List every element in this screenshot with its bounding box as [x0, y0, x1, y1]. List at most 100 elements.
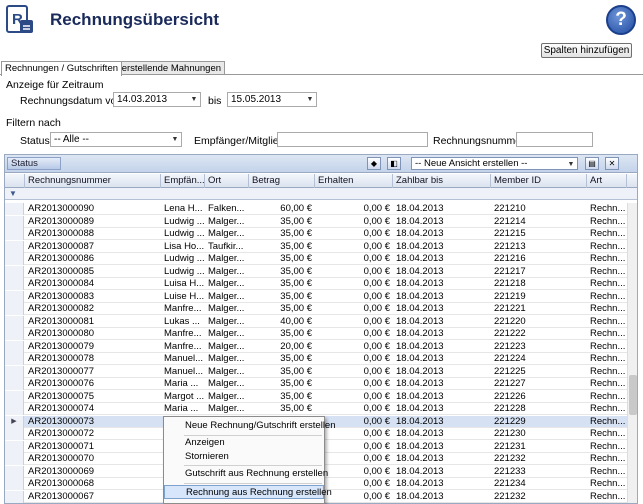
cell-art: Rechn... — [590, 428, 626, 439]
scrollbar-thumb[interactable] — [629, 375, 637, 415]
tab-rechnungen[interactable]: Rechnungen / Gutschriften — [1, 61, 123, 76]
row-header[interactable] — [5, 478, 24, 490]
row-header[interactable] — [5, 315, 24, 328]
cell-rechnungsnummer: AR2013000079 — [28, 340, 95, 352]
row-header[interactable] — [5, 378, 24, 390]
cell-member-id: 221217 — [494, 265, 526, 277]
col-zahlbar-bis[interactable]: Zahlbar bis — [393, 174, 491, 188]
table-row[interactable]: AR2013000087 Lisa Ho... Taufkir... 35,00 € 0… — [5, 240, 627, 253]
tab-mahnungen[interactable]: Zu erstellende Mahnungen — [104, 61, 226, 75]
cell-member-id: 221216 — [494, 253, 526, 264]
cell-betrag: 35,00 € — [280, 290, 312, 302]
table-row[interactable]: AR2013000077 Manuel... Malger... 35,00 € 0,0… — [5, 365, 627, 378]
row-header[interactable] — [5, 453, 24, 465]
row-header[interactable] — [5, 240, 24, 253]
table-row[interactable]: AR2013000086 Ludwig ... Malger... 35,00 € 0,… — [5, 253, 627, 265]
row-header[interactable] — [5, 428, 24, 440]
status-group-button[interactable]: Status — [7, 157, 61, 170]
empfaenger-input[interactable] — [277, 132, 428, 147]
col-erhalten[interactable]: Erhalten — [315, 174, 393, 188]
save-view-icon[interactable]: ▤ — [585, 157, 599, 170]
row-header[interactable] — [5, 465, 24, 478]
view-icon[interactable]: ◧ — [387, 157, 401, 170]
vertical-scrollbar[interactable] — [627, 203, 637, 503]
cell-member-id: 221227 — [494, 378, 526, 389]
cell-zahlbar-bis: 18.04.2013 — [396, 378, 444, 389]
cell-rechnungsnummer: AR2013000082 — [28, 303, 95, 314]
row-header[interactable] — [5, 253, 24, 265]
row-header[interactable] — [5, 290, 24, 303]
cell-zahlbar-bis: 18.04.2013 — [396, 265, 444, 277]
row-header[interactable] — [5, 228, 24, 240]
funnel-icon[interactable]: ▼ — [9, 189, 17, 198]
row-header[interactable] — [5, 490, 24, 503]
row-header[interactable] — [5, 215, 24, 228]
row-header[interactable] — [5, 265, 24, 278]
date-to-input[interactable]: 15.05.2013 ▼ — [227, 92, 317, 107]
col-betrag[interactable]: Betrag — [249, 174, 315, 188]
eraser-icon[interactable]: ◆ — [367, 157, 381, 170]
row-pointer-icon[interactable]: ▶ — [5, 415, 24, 428]
view-select[interactable]: -- Neue Ansicht erstellen -- ▼ — [411, 157, 578, 170]
row-header[interactable] — [5, 390, 24, 403]
table-row[interactable]: AR2013000082 Manfre... Malger... 35,00 € 0,0… — [5, 303, 627, 315]
table-row[interactable]: AR2013000083 Luise H... Malger... 35,00 € 0,… — [5, 290, 627, 303]
col-ort[interactable]: Ort — [205, 174, 249, 188]
date-from-input[interactable]: 14.03.2013 ▼ — [113, 92, 201, 107]
cell-erhalten: 0,00 € — [363, 353, 390, 364]
table-row[interactable]: AR2013000078 Manuel... Malger... 35,00 € 0,0… — [5, 353, 627, 365]
delete-view-icon[interactable]: ✕ — [605, 157, 619, 170]
cell-ort: Malger... — [208, 303, 245, 314]
tab-bar: Rechnungen / Gutschriften Zu erstellende… — [0, 61, 643, 76]
row-header[interactable] — [5, 353, 24, 365]
row-header[interactable] — [5, 440, 24, 453]
col-empfaenger[interactable]: Empfän... — [161, 174, 205, 188]
menu-item-stornieren[interactable]: Stornieren — [164, 450, 324, 464]
cell-betrag: 35,00 € — [280, 303, 312, 314]
cell-rechnungsnummer: AR2013000076 — [28, 378, 95, 389]
table-row[interactable]: AR2013000079 Manfre... Malger... 20,00 € 0,0… — [5, 340, 627, 353]
col-rechnungsnummer[interactable]: Rechnungsnummer — [25, 174, 161, 188]
cell-ort: Malger... — [208, 278, 245, 289]
empfaenger-label: Empfänger/Mitglied — [194, 135, 285, 147]
cell-zahlbar-bis: 18.04.2013 — [396, 403, 444, 414]
rnr-input[interactable] — [516, 132, 593, 147]
col-member-id[interactable]: Member ID — [491, 174, 587, 188]
row-header[interactable] — [5, 203, 24, 215]
menu-item-new-invoice[interactable]: Neue Rechnung/Gutschrift erstellen — [164, 419, 336, 433]
row-header[interactable] — [5, 403, 24, 415]
cell-member-id: 221228 — [494, 403, 526, 414]
table-row[interactable]: AR2013000089 Ludwig ... Malger... 35,00 € 0,… — [5, 215, 627, 228]
table-row[interactable]: AR2013000080 Manfre... Malger... 35,00 € 0,0… — [5, 328, 627, 340]
cell-betrag: 35,00 € — [280, 215, 312, 227]
cell-ort: Malger... — [208, 328, 245, 339]
cell-betrag: 35,00 € — [280, 228, 312, 239]
chevron-down-icon[interactable]: ▼ — [304, 93, 316, 106]
menu-item-rechnung-aus-rechnung[interactable]: Rechnung aus Rechnung erstellen — [164, 485, 332, 499]
table-row[interactable]: AR2013000084 Luisa H... Malger... 35,00 € 0,… — [5, 278, 627, 290]
table-row[interactable]: AR2013000088 Ludwig ... Malger... 35,00 € 0,… — [5, 228, 627, 240]
row-header[interactable] — [5, 340, 24, 353]
chevron-down-icon[interactable]: ▼ — [188, 93, 200, 106]
cell-member-id: 221222 — [494, 328, 526, 339]
table-row[interactable]: AR2013000085 Ludwig ... Malger... 35,00 € 0,… — [5, 265, 627, 278]
add-columns-button[interactable]: Spalten hinzufügen — [541, 43, 632, 58]
table-row[interactable]: AR2013000074 Maria ... Malger... 35,00 € 0,0… — [5, 403, 627, 415]
row-header[interactable] — [5, 303, 24, 315]
table-row[interactable]: AR2013000076 Maria ... Malger... 35,00 € 0,0… — [5, 378, 627, 390]
help-icon[interactable]: ? — [606, 5, 636, 35]
table-row[interactable]: AR2013000081 Lukas ... Malger... 40,00 € 0,0… — [5, 315, 627, 328]
menu-separator — [184, 483, 322, 484]
status-filter-select[interactable]: -- Alle -- ▼ — [50, 132, 182, 147]
col-art[interactable]: Art — [587, 174, 627, 188]
table-row[interactable]: AR2013000090 Lena H... Falken... 60,00 € 0,0… — [5, 203, 627, 215]
row-header[interactable] — [5, 278, 24, 290]
row-header[interactable] — [5, 328, 24, 340]
row-header[interactable] — [5, 365, 24, 378]
chevron-down-icon[interactable]: ▼ — [565, 158, 577, 171]
table-row[interactable]: AR2013000075 Margot ... Malger... 35,00 € 0,… — [5, 390, 627, 403]
menu-item-gutschrift[interactable]: Gutschrift aus Rechnung erstellen — [164, 467, 328, 481]
chevron-down-icon[interactable]: ▼ — [169, 133, 181, 146]
menu-item-anzeigen[interactable]: Anzeigen — [164, 436, 324, 450]
cell-art: Rechn... — [590, 453, 626, 464]
